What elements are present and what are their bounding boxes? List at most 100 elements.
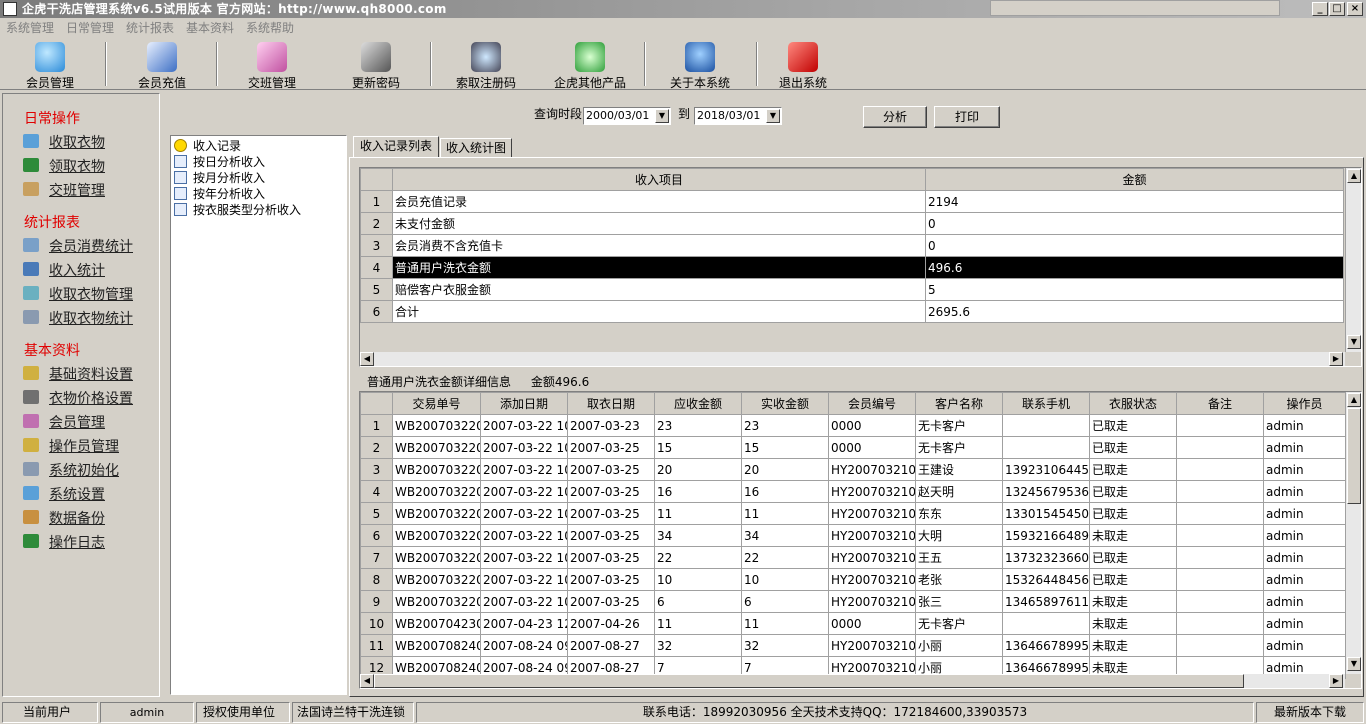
detail-row[interactable]: 2WB200703220022007-03-22 10:082007-03-25… xyxy=(360,436,1346,459)
detail-hscroll-thumb[interactable] xyxy=(374,674,1244,688)
customer-cell[interactable]: 王建设 xyxy=(915,458,1003,481)
phone-cell[interactable]: 13646678995 xyxy=(1002,634,1090,657)
detail-vscroll-thumb[interactable] xyxy=(1347,408,1361,504)
menu-help[interactable]: 系统帮助 xyxy=(246,18,294,38)
phone-cell[interactable]: 15326448456 xyxy=(1002,568,1090,591)
operator-cell[interactable]: admin xyxy=(1263,436,1346,459)
menu-daily[interactable]: 日常管理 xyxy=(66,18,114,38)
scroll-right-icon[interactable]: ▶ xyxy=(1329,674,1343,688)
customer-cell[interactable]: 张三 xyxy=(915,590,1003,613)
tab-income-list[interactable]: 收入记录列表 xyxy=(353,136,439,158)
order-no-cell[interactable]: WB20070322003 xyxy=(392,458,481,481)
remark-cell[interactable] xyxy=(1176,436,1264,459)
summary-row[interactable]: 6 合计 2695.6 xyxy=(360,300,1344,323)
status-cell[interactable]: 已取走 xyxy=(1089,546,1177,569)
member-no-cell[interactable]: HY20070321001 xyxy=(828,458,916,481)
phone-cell[interactable]: 15932166489 xyxy=(1002,524,1090,547)
receivable-cell[interactable]: 32 xyxy=(654,634,742,657)
amount-cell[interactable]: 2695.6 xyxy=(925,300,1344,323)
remark-cell[interactable] xyxy=(1176,458,1264,481)
scroll-down-icon[interactable]: ▼ xyxy=(1347,657,1361,671)
remark-cell[interactable] xyxy=(1176,546,1264,569)
close-button[interactable]: × xyxy=(1347,2,1363,16)
detail-col-header[interactable]: 交易单号 xyxy=(392,392,481,415)
phone-cell[interactable]: 13732323660 xyxy=(1002,546,1090,569)
phone-cell[interactable]: 13465897611 xyxy=(1002,590,1090,613)
scroll-up-icon[interactable]: ▲ xyxy=(1347,169,1361,183)
scroll-left-icon[interactable]: ◀ xyxy=(360,352,374,366)
detail-row[interactable]: 6WB200703220062007-03-22 10:132007-03-25… xyxy=(360,524,1346,547)
detail-col-header[interactable]: 实收金额 xyxy=(741,392,829,415)
customer-cell[interactable]: 东东 xyxy=(915,502,1003,525)
phone-cell[interactable] xyxy=(1002,612,1090,635)
operator-cell[interactable]: admin xyxy=(1263,524,1346,547)
member-no-cell[interactable]: 0000 xyxy=(828,414,916,437)
menu-system[interactable]: 系统管理 xyxy=(6,18,54,38)
add-date-cell[interactable]: 2007-03-22 10:12 xyxy=(480,502,568,525)
chevron-down-icon[interactable]: ▼ xyxy=(655,109,669,123)
status-cell[interactable]: 已取走 xyxy=(1089,414,1177,437)
detail-col-header[interactable]: 应收金额 xyxy=(654,392,742,415)
received-cell[interactable]: 34 xyxy=(741,524,829,547)
remark-cell[interactable] xyxy=(1176,480,1264,503)
customer-cell[interactable]: 无卡客户 xyxy=(915,436,1003,459)
amount-cell[interactable]: 0 xyxy=(925,212,1344,235)
receivable-cell[interactable]: 23 xyxy=(654,414,742,437)
order-no-cell[interactable]: WB20070322001 xyxy=(392,414,481,437)
order-no-cell[interactable]: WB20070322007 xyxy=(392,546,481,569)
remark-cell[interactable] xyxy=(1176,414,1264,437)
operator-cell[interactable]: admin xyxy=(1263,458,1346,481)
summary-row[interactable]: 3 会员消费不含充值卡 0 xyxy=(360,234,1344,257)
add-date-cell[interactable]: 2007-03-22 10:10 xyxy=(480,480,568,503)
remark-cell[interactable] xyxy=(1176,612,1264,635)
received-cell[interactable]: 23 xyxy=(741,414,829,437)
pickup-date-cell[interactable]: 2007-04-26 xyxy=(567,612,655,635)
phone-cell[interactable]: 13245679536 xyxy=(1002,480,1090,503)
summary-row[interactable]: 5 赔偿客户衣服金额 5 xyxy=(360,278,1344,301)
menu-basic[interactable]: 基本资料 xyxy=(186,18,234,38)
member-no-cell[interactable]: HY20070321005 xyxy=(828,480,916,503)
order-no-cell[interactable]: WB20070322009 xyxy=(392,590,481,613)
pickup-date-cell[interactable]: 2007-03-25 xyxy=(567,524,655,547)
phone-cell[interactable] xyxy=(1002,414,1090,437)
phone-cell[interactable] xyxy=(1002,436,1090,459)
summary-row[interactable]: 4 普通用户洗衣金额 496.6 xyxy=(360,256,1344,279)
member-no-cell[interactable]: 0000 xyxy=(828,612,916,635)
pickup-date-cell[interactable]: 2007-03-25 xyxy=(567,458,655,481)
add-date-cell[interactable]: 2007-03-22 10:09 xyxy=(480,458,568,481)
detail-col-header[interactable]: 操作员 xyxy=(1263,392,1346,415)
customer-cell[interactable]: 小丽 xyxy=(915,634,1003,657)
member-recharge-button[interactable]: 会员充值 xyxy=(122,38,202,90)
detail-col-header[interactable]: 会员编号 xyxy=(828,392,916,415)
menu-reports[interactable]: 统计报表 xyxy=(126,18,174,38)
member-no-cell[interactable]: HY20070321009 xyxy=(828,546,916,569)
pickup-date-cell[interactable]: 2007-03-25 xyxy=(567,436,655,459)
order-no-cell[interactable]: WB20070322006 xyxy=(392,524,481,547)
receivable-cell[interactable]: 10 xyxy=(654,568,742,591)
member-no-cell[interactable]: HY20070321007 xyxy=(828,524,916,547)
received-cell[interactable]: 6 xyxy=(741,590,829,613)
pickup-date-cell[interactable]: 2007-03-25 xyxy=(567,480,655,503)
update-password-button[interactable]: 更新密码 xyxy=(336,38,416,90)
customer-cell[interactable]: 老张 xyxy=(915,568,1003,591)
detail-col-header[interactable]: 添加日期 xyxy=(480,392,568,415)
item-cell[interactable]: 会员充值记录 xyxy=(392,190,926,213)
operator-cell[interactable]: admin xyxy=(1263,546,1346,569)
col-header-item[interactable]: 收入项目 xyxy=(392,168,926,191)
received-cell[interactable]: 20 xyxy=(741,458,829,481)
detail-col-header[interactable]: 备注 xyxy=(1176,392,1264,415)
amount-cell[interactable]: 2194 xyxy=(925,190,1344,213)
analyze-button[interactable]: 分析 xyxy=(863,106,927,128)
operator-cell[interactable]: admin xyxy=(1263,568,1346,591)
order-no-cell[interactable]: WB20070322008 xyxy=(392,568,481,591)
received-cell[interactable]: 16 xyxy=(741,480,829,503)
scroll-left-icon[interactable]: ◀ xyxy=(360,674,374,688)
detail-col-header[interactable]: 衣服状态 xyxy=(1089,392,1177,415)
receivable-cell[interactable]: 15 xyxy=(654,436,742,459)
remark-cell[interactable] xyxy=(1176,524,1264,547)
receivable-cell[interactable]: 20 xyxy=(654,458,742,481)
add-date-cell[interactable]: 2007-03-22 10:50 xyxy=(480,590,568,613)
customer-cell[interactable]: 王五 xyxy=(915,546,1003,569)
received-cell[interactable]: 10 xyxy=(741,568,829,591)
member-no-cell[interactable]: HY20070321003 xyxy=(828,502,916,525)
